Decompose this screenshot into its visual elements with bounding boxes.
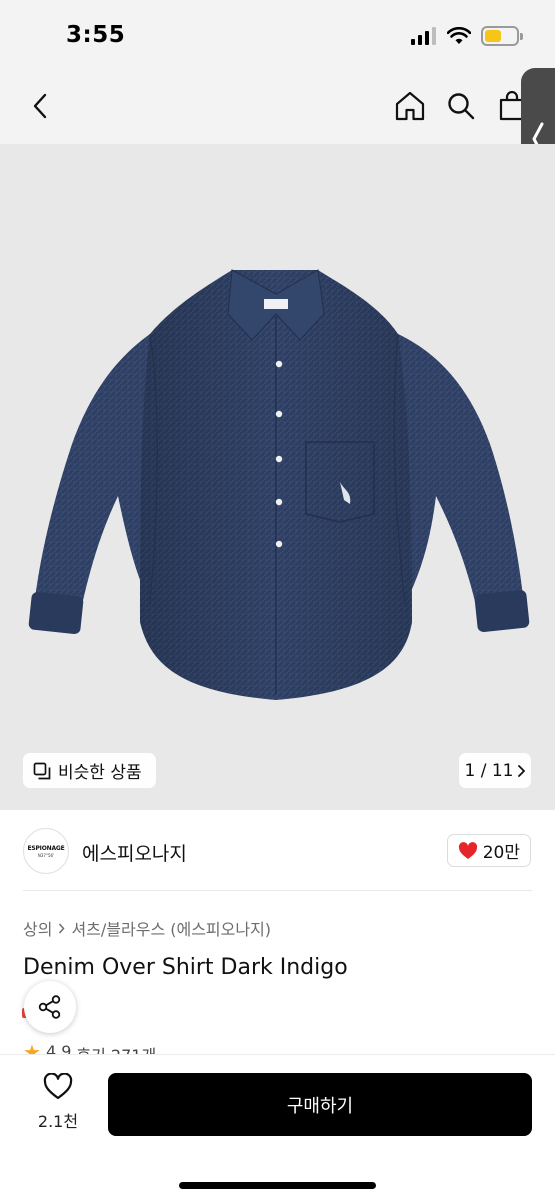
- heart-outline-icon: [43, 1073, 73, 1100]
- back-icon: [33, 93, 47, 119]
- back-button[interactable]: [20, 86, 60, 126]
- breadcrumb-item-subcategory[interactable]: 셔츠/블라우스 (에스피오나지): [71, 916, 271, 940]
- similar-products-button[interactable]: 비슷한 상품: [23, 753, 156, 788]
- home-icon: [395, 91, 425, 121]
- brand-logo[interactable]: ESPIONAGE N37°56': [23, 828, 69, 874]
- divider: [23, 890, 532, 891]
- buy-button[interactable]: 구매하기: [108, 1073, 532, 1136]
- wishlist-button[interactable]: 2.1천: [30, 1073, 86, 1139]
- page-indicator: 1 / 11: [464, 760, 514, 781]
- similar-icon: [33, 762, 51, 779]
- chevron-right-icon: [518, 764, 526, 777]
- status-time: 3:55: [66, 22, 126, 48]
- breadcrumb-item-category[interactable]: 상의: [23, 916, 52, 940]
- brand-name[interactable]: 에스피오나지: [82, 839, 187, 866]
- wishlist-count: 2.1천: [37, 1112, 79, 1131]
- denim-shirt-image: [28, 269, 530, 700]
- breadcrumb: 상의 셔츠/블라우스 (에스피오나지): [23, 916, 271, 940]
- status-icons: [411, 26, 523, 46]
- wifi-icon: [447, 27, 471, 44]
- search-button[interactable]: [441, 86, 481, 126]
- brand-like-button[interactable]: 20만: [446, 834, 531, 867]
- brand-row: ESPIONAGE N37°56' 에스피오나지 20만: [23, 826, 531, 876]
- similar-products-label: 비슷한 상품: [58, 763, 142, 783]
- product-title: Denim Over Shirt Dark Indigo: [23, 955, 348, 980]
- home-button[interactable]: [390, 86, 430, 126]
- brand-logo-sub: N37°56': [37, 852, 55, 858]
- share-button[interactable]: [24, 981, 76, 1033]
- image-page-counter[interactable]: 1 / 11: [459, 753, 531, 788]
- battery-icon: [481, 26, 523, 46]
- share-icon: [38, 995, 61, 1019]
- brand-logo-text: ESPIONAGE: [27, 844, 65, 852]
- product-image[interactable]: 비슷한 상품 1 / 11: [0, 144, 555, 810]
- chevron-right-icon: [59, 923, 65, 933]
- signal-icon: [411, 27, 436, 45]
- brand-like-count: 20만: [482, 843, 520, 863]
- bottom-action-bar: 2.1천 구매하기: [0, 1054, 555, 1200]
- search-icon: [448, 93, 475, 120]
- heart-icon: [458, 841, 477, 859]
- home-indicator: [179, 1182, 376, 1189]
- status-bar: 3:55: [0, 0, 555, 70]
- nav-bar: 2: [0, 70, 555, 144]
